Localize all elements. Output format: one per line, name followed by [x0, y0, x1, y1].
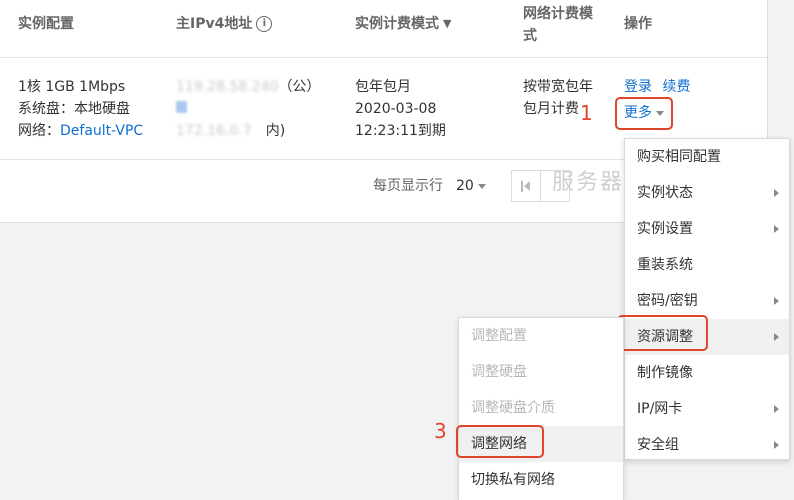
- info-icon[interactable]: i: [256, 16, 273, 32]
- submenu-item-adjust-config[interactable]: 调整配置: [459, 318, 623, 354]
- login-link[interactable]: 登录: [624, 79, 652, 95]
- copy-icon[interactable]: [176, 101, 187, 113]
- config-network: 网络：Default-VPC: [18, 120, 143, 142]
- menu-item-buy-same[interactable]: 购买相同配置: [625, 139, 789, 175]
- header-ip-label: 主IPv4地址: [176, 16, 253, 32]
- submenu-item-label: 切换私有网络: [471, 472, 555, 488]
- menu-item-create-image[interactable]: 制作镜像: [625, 355, 789, 391]
- first-page-button[interactable]: [511, 170, 541, 202]
- highlight-adjust-network: [456, 425, 544, 458]
- highlight-more: [615, 97, 673, 130]
- config-spec: 1核 1GB 1Mbps: [18, 79, 126, 95]
- config-cell: 1核 1GB 1Mbps 系统盘：本地硬盘 网络：Default-VPC: [18, 76, 143, 142]
- submenu-item-label: 调整硬盘介质: [471, 400, 555, 416]
- chevron-right-icon: [774, 441, 779, 449]
- menu-item-reinstall[interactable]: 重装系统: [625, 247, 789, 283]
- more-menu: 购买相同配置 实例状态 实例设置 重装系统 密码/密钥 资源调整 制作镜像 IP…: [624, 138, 790, 460]
- billing-expire: 12:23:11到期: [355, 123, 446, 139]
- billing-date: 2020-03-08: [355, 101, 437, 117]
- renew-link[interactable]: 续费: [662, 79, 690, 95]
- private-ip: 172.16.0.7: [176, 123, 252, 139]
- highlight-resource-adjust: [617, 315, 708, 351]
- menu-item-ip-nic[interactable]: IP/网卡: [625, 391, 789, 427]
- submenu-item-label: 调整硬盘: [471, 364, 527, 380]
- menu-item-password-key[interactable]: 密码/密钥: [625, 283, 789, 319]
- public-ip-suffix: （公）: [278, 79, 321, 95]
- menu-item-label: 安全组: [637, 437, 679, 453]
- submenu-item-adjust-disk[interactable]: 调整硬盘: [459, 354, 623, 390]
- step-number-3: 3: [434, 419, 447, 443]
- resource-submenu: 调整配置 调整硬盘 调整硬盘介质 调整网络 切换私有网络: [458, 317, 624, 500]
- submenu-item-switch-vpc[interactable]: 切换私有网络: [459, 462, 623, 498]
- config-disk: 系统盘：本地硬盘: [18, 101, 130, 117]
- chevron-right-icon: [774, 297, 779, 305]
- page-size-select[interactable]: 20: [456, 175, 486, 197]
- menu-item-label: 密码/密钥: [637, 293, 698, 309]
- submenu-item-adjust-disk-media[interactable]: 调整硬盘介质: [459, 390, 623, 426]
- network-link[interactable]: Default-VPC: [60, 123, 143, 139]
- menu-item-label: 购买相同配置: [637, 149, 721, 165]
- chevron-right-icon: [774, 189, 779, 197]
- page-size-value: 20: [456, 178, 474, 194]
- menu-item-security-group[interactable]: 安全组: [625, 427, 789, 463]
- billing-type: 包年包月: [355, 79, 411, 95]
- page-size-chevron-icon: [477, 183, 486, 189]
- chevron-right-icon: [774, 333, 779, 341]
- pager-label: 每页显示行: [373, 178, 443, 194]
- private-ip-suffix: 内): [265, 123, 286, 139]
- chevron-right-icon: [774, 405, 779, 413]
- net-billing-line1: 按带宽包年: [523, 79, 593, 95]
- step-number-1: 1: [580, 101, 593, 125]
- network-label: 网络：: [18, 123, 60, 139]
- header-billing-mode: 实例计费模式 ▼: [355, 13, 451, 35]
- billing-cell: 包年包月 2020-03-08 12:23:11到期: [355, 76, 446, 142]
- header-divider: [0, 57, 767, 58]
- header-config: 实例配置: [18, 16, 74, 32]
- menu-item-label: 实例状态: [637, 185, 693, 201]
- header-net-billing-line2: 式: [523, 28, 537, 44]
- menu-item-label: IP/网卡: [637, 401, 683, 417]
- submenu-item-label: 调整配置: [471, 328, 527, 344]
- header-billing-label: 实例计费模式: [355, 16, 439, 32]
- menu-item-instance-status[interactable]: 实例状态: [625, 175, 789, 211]
- menu-item-label: 实例设置: [637, 221, 693, 237]
- header-net-billing: 网络计费模 式: [523, 3, 593, 47]
- menu-item-label: 制作镜像: [637, 365, 693, 381]
- header-net-billing-line1: 网络计费模: [523, 6, 593, 22]
- filter-icon[interactable]: ▼: [443, 13, 451, 35]
- menu-item-label: 重装系统: [637, 257, 693, 273]
- header-ip: 主IPv4地址 i: [176, 13, 273, 35]
- chevron-right-icon: [774, 225, 779, 233]
- menu-item-instance-settings[interactable]: 实例设置: [625, 211, 789, 247]
- public-ip: 119.28.58.240: [176, 79, 279, 95]
- ip-cell: 119.28.58.240（公） 172.16.0.7 内): [176, 76, 320, 142]
- ops-cell: 登录 续费: [624, 76, 690, 98]
- header-ops: 操作: [624, 16, 652, 32]
